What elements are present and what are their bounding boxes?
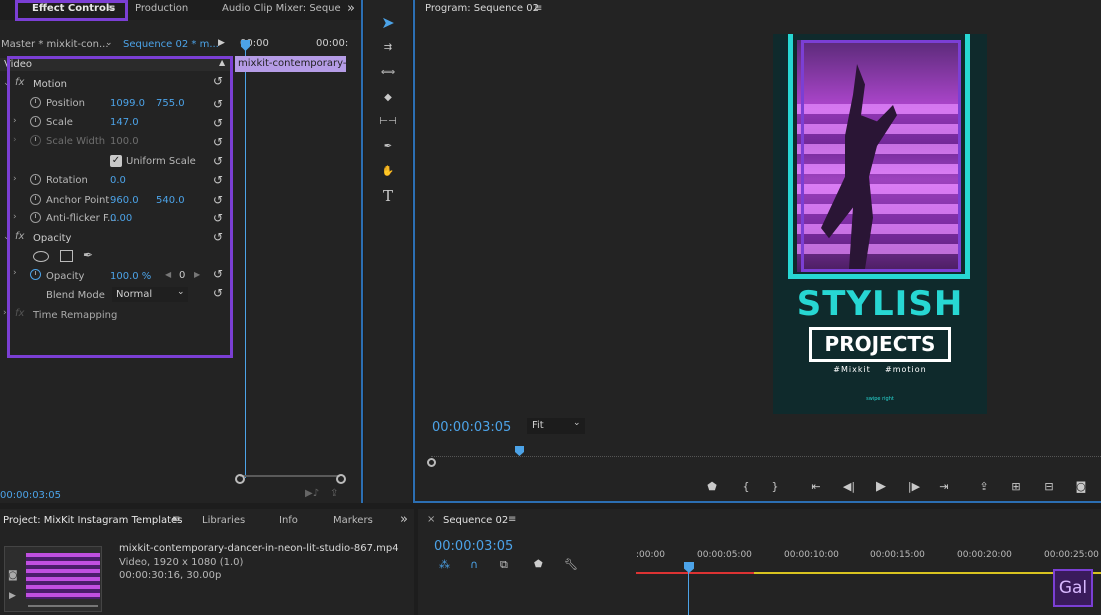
mini-playhead-line <box>245 50 246 478</box>
scrub-bar[interactable] <box>431 456 1101 466</box>
go-to-in-icon[interactable]: ⇤ <box>807 478 825 494</box>
track-select-tool-icon[interactable]: ⇉ <box>376 37 400 57</box>
export-frame-icon[interactable]: ◙ <box>1072 478 1090 494</box>
tools-border <box>361 0 363 503</box>
tab-info[interactable]: Info <box>279 515 298 526</box>
tab-production[interactable]: Production <box>135 3 188 14</box>
mini-timeline-end: 00:00: <box>316 38 349 49</box>
work-area-bar-red[interactable] <box>636 572 754 574</box>
export-icon[interactable]: ⇪ <box>330 488 338 499</box>
properties-highlight-box <box>7 56 233 358</box>
add-marker-icon[interactable]: ⬟ <box>534 559 543 570</box>
tools-panel: ➤ ⇉ ⟺ ◆ ⊢⊣ ✒ ✋ T <box>364 0 412 503</box>
nest-icon[interactable]: ⁂ <box>439 558 450 571</box>
mini-scrollbar[interactable] <box>240 475 340 483</box>
tab-libraries[interactable]: Libraries <box>202 515 245 526</box>
timeline-timecode[interactable]: 00:00:03:05 <box>434 539 513 554</box>
tab-sequence-02[interactable]: Sequence 02 <box>443 515 508 526</box>
step-back-icon[interactable]: ◀| <box>840 478 858 494</box>
extract-icon[interactable]: ⊞ <box>1007 478 1025 494</box>
work-area-bar-yellow[interactable] <box>754 572 1101 574</box>
project-menu-icon[interactable]: ≡ <box>172 514 180 525</box>
insert-icon[interactable]: ⊟ <box>1040 478 1058 494</box>
play-thumb-icon[interactable]: ▶ <box>9 591 16 601</box>
linked-selection-icon[interactable]: ⧉ <box>500 558 508 572</box>
project-panel: Project: MixKit Instagram Templates ≡ Li… <box>0 509 414 615</box>
mini-clip-bar[interactable]: mixkit-contemporary-da <box>235 56 346 72</box>
thumbnail-scrubber[interactable] <box>28 605 98 607</box>
pen-tool-icon[interactable]: ✒ <box>376 136 400 156</box>
tab-project[interactable]: Project: MixKit Instagram Templates <box>3 515 182 526</box>
effect-controls-panel: Effect Controls ≡ Production Audio Clip … <box>0 0 362 503</box>
razor-tool-icon[interactable]: ◆ <box>376 87 400 107</box>
ripple-edit-tool-icon[interactable]: ⟺ <box>376 62 400 82</box>
program-monitor-title[interactable]: Program: Sequence 02 <box>425 3 539 14</box>
export-frame-icon[interactable]: ▶♪ <box>305 488 319 499</box>
monitor-border-bottom <box>413 501 1101 503</box>
mark-out-icon[interactable]: } <box>766 478 784 494</box>
file-info-2: 00:00:30:16, 30.00p <box>119 570 222 581</box>
close-icon[interactable]: × <box>427 514 435 525</box>
ruler-label: 00:00:20:00 <box>957 550 1012 560</box>
tab-markers[interactable]: Markers <box>333 515 373 526</box>
clip-thumbnail[interactable] <box>26 553 100 599</box>
scrub-start-handle[interactable] <box>427 458 436 467</box>
go-to-out-icon[interactable]: ⇥ <box>935 478 953 494</box>
panel-overflow-icon[interactable]: » <box>400 512 408 527</box>
file-info-1: Video, 1920 x 1080 (1.0) <box>119 557 244 568</box>
program-playhead[interactable] <box>515 446 524 456</box>
monitor-menu-icon[interactable]: ≡ <box>534 3 542 14</box>
snap-icon[interactable]: ∩ <box>470 558 478 571</box>
lift-icon[interactable]: ⇪ <box>975 478 993 494</box>
camera-icon: ◙ <box>8 570 18 581</box>
ruler-label: 00:00:10:00 <box>784 550 839 560</box>
hand-tool-icon[interactable]: ✋ <box>376 161 400 181</box>
type-tool-icon[interactable]: T <box>376 186 400 206</box>
ruler-label: 00:00:05:00 <box>697 550 752 560</box>
tab-audio-clip-mixer[interactable]: Audio Clip Mixer: Seque <box>222 3 341 14</box>
ruler-label: 00:00:15:00 <box>870 550 925 560</box>
add-marker-icon[interactable]: ⬟ <box>703 478 721 494</box>
chevron-down-icon[interactable]: ⌄ <box>573 418 581 428</box>
purple-frame <box>801 40 961 272</box>
scroll-handle-left[interactable] <box>235 474 245 484</box>
file-name[interactable]: mixkit-contemporary-dancer-in-neon-lit-s… <box>119 543 399 554</box>
effect-controls-timecode[interactable]: 00:00:03:05 <box>0 490 61 501</box>
ruler-label: :00:00 <box>636 550 665 560</box>
play-only-audio-icon[interactable]: ▶ <box>218 38 225 48</box>
monitor-border-left <box>413 0 415 503</box>
program-timecode[interactable]: 00:00:03:05 <box>432 420 511 435</box>
play-icon[interactable]: ▶ <box>872 478 890 494</box>
title-projects-box: PROJECTS <box>809 327 951 362</box>
step-forward-icon[interactable]: |▶ <box>905 478 923 494</box>
ruler-label: 00:00:25:00 <box>1044 550 1099 560</box>
hashtags: #Mixkit #motion <box>833 365 927 374</box>
timeline-menu-icon[interactable]: ≡ <box>508 514 516 525</box>
timeline-playhead-line <box>688 572 689 615</box>
effect-controls-tab-highlight <box>15 0 128 21</box>
watermark-logo: Gal <box>1053 569 1093 607</box>
video-frame[interactable]: STYLISH PROJECTS #Mixkit #motion swipe r… <box>773 34 987 414</box>
mark-in-icon[interactable]: { <box>737 478 755 494</box>
slip-tool-icon[interactable]: ⊢⊣ <box>376 111 400 131</box>
panel-overflow-icon[interactable]: » <box>347 1 355 16</box>
master-clip-label[interactable]: Master * mixkit-con... <box>1 39 109 50</box>
wrench-icon[interactable]: 🔧︎ <box>564 558 578 571</box>
timeline-panel: × Sequence 02 ≡ 00:00:03:05 ⁂ ∩ ⧉ ⬟ 🔧︎ :… <box>418 509 1101 615</box>
scroll-handle-right[interactable] <box>336 474 346 484</box>
sequence-clip-label[interactable]: Sequence 02 * m... <box>123 39 219 50</box>
chevron-down-icon[interactable]: ⌄ <box>105 38 113 48</box>
title-stylish: STYLISH <box>796 284 964 324</box>
program-monitor: Program: Sequence 02 ≡ STYLISH PROJECTS … <box>415 0 1101 503</box>
swipe-right: swipe right <box>866 396 894 402</box>
selection-tool-icon[interactable]: ➤ <box>376 12 400 32</box>
